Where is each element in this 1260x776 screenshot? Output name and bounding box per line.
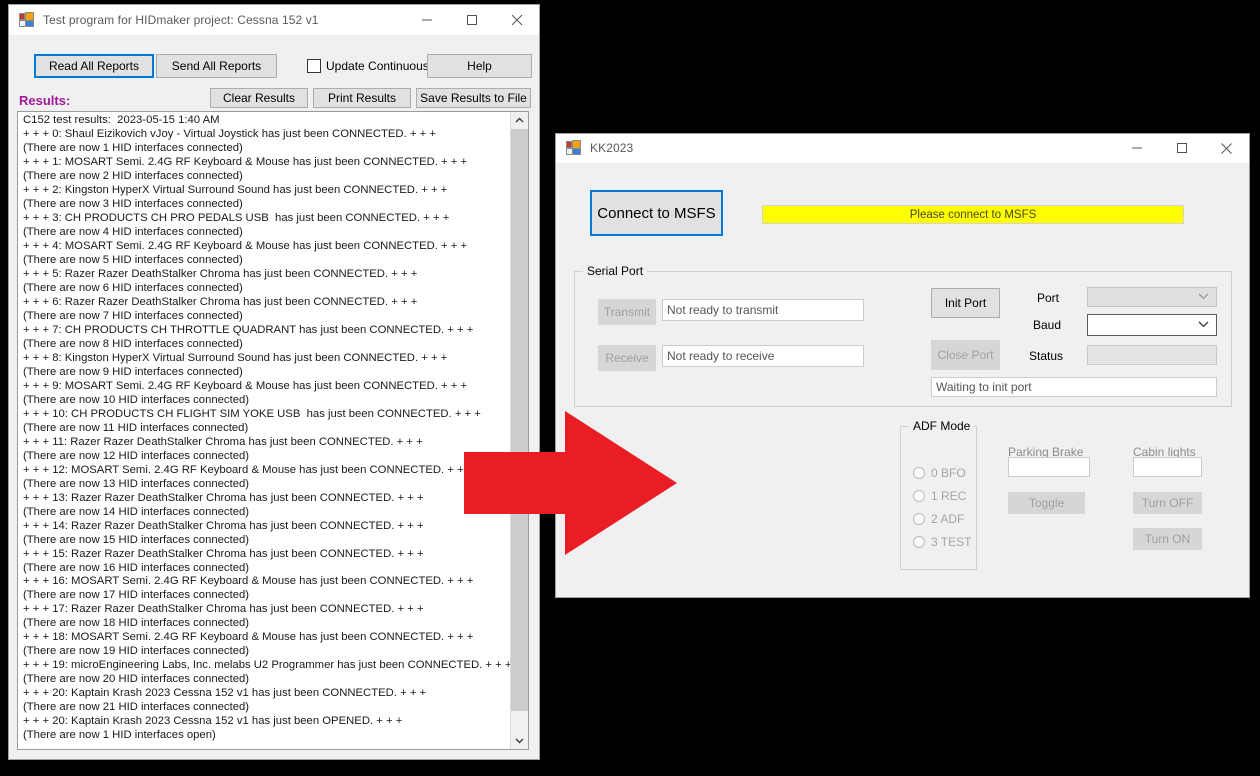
window-controls: [404, 5, 539, 35]
results-label: Results:: [19, 93, 71, 108]
receive-button[interactable]: Receive: [598, 345, 656, 371]
minimize-icon[interactable]: [404, 5, 449, 35]
connect-to-msfs-button[interactable]: Connect to MSFS: [590, 190, 723, 236]
print-results-button[interactable]: Print Results: [313, 88, 411, 108]
adf-option-3-test[interactable]: 3 TEST: [913, 535, 971, 549]
window-title: KK2023: [590, 141, 634, 155]
cabin-lights-turn-off-button[interactable]: Turn OFF: [1133, 492, 1202, 514]
app-icon: [566, 140, 582, 156]
serial-port-group: Serial Port Transmit Not ready to transm…: [574, 264, 1232, 407]
close-port-button[interactable]: Close Port: [931, 340, 1000, 370]
save-results-button[interactable]: Save Results to File: [416, 88, 531, 108]
maximize-icon[interactable]: [1159, 133, 1204, 163]
baud-label: Baud: [1033, 318, 1062, 332]
hidmaker-test-window: Test program for HIDmaker project: Cessn…: [8, 4, 540, 760]
serial-status-field: [1087, 345, 1217, 365]
chevron-down-icon: [1198, 320, 1209, 331]
hidmaker-title-bar[interactable]: Test program for HIDmaker project: Cessn…: [9, 5, 539, 35]
transmit-status-field: Not ready to transmit: [662, 299, 864, 321]
adf-option-0-bfo[interactable]: 0 BFO: [913, 466, 966, 480]
scroll-down-icon[interactable]: [511, 732, 528, 749]
app-icon: [19, 12, 35, 28]
adf-mode-group-title: ADF Mode: [909, 419, 975, 433]
radio-icon: [913, 467, 925, 479]
port-label: Port: [1037, 291, 1060, 305]
update-continuously-checkbox[interactable]: [307, 59, 321, 73]
clear-results-button[interactable]: Clear Results: [210, 88, 308, 108]
chevron-down-icon: [1198, 292, 1209, 303]
adf-option-2-adf[interactable]: 2 ADF: [913, 512, 964, 526]
port-dropdown[interactable]: [1087, 287, 1217, 307]
results-scrollbar[interactable]: [510, 112, 528, 749]
close-icon[interactable]: [1204, 133, 1249, 163]
adf-mode-group: ADF Mode 0 BFO 1 REC 2 ADF 3 TEST: [900, 419, 977, 570]
adf-option-label: 2 ADF: [931, 512, 965, 526]
radio-icon: [913, 536, 925, 548]
status-label: Status: [1029, 349, 1064, 363]
init-port-button[interactable]: Init Port: [931, 288, 1000, 318]
screen-root: Test program for HIDmaker project: Cessn…: [0, 0, 1260, 776]
adf-option-label: 3 TEST: [931, 535, 972, 549]
adf-option-label: 0 BFO: [931, 466, 966, 480]
scrollbar-thumb[interactable]: [511, 129, 528, 711]
update-continuously-label: Update Continuously: [326, 59, 438, 73]
help-button[interactable]: Help: [427, 54, 532, 78]
close-icon[interactable]: [494, 5, 539, 35]
port-state-field: Waiting to init port: [931, 377, 1217, 397]
results-textarea[interactable]: C152 test results: 2023-05-15 1:40 AM + …: [17, 111, 529, 750]
baud-dropdown[interactable]: [1087, 314, 1217, 336]
send-all-reports-button[interactable]: Send All Reports: [156, 54, 277, 78]
kk2023-window: KK2023 Connect to MSFS Please connect to…: [555, 133, 1250, 598]
cabin-lights-field: [1133, 457, 1202, 477]
window-title: Test program for HIDmaker project: Cessn…: [43, 13, 319, 27]
radio-icon: [913, 513, 925, 525]
maximize-icon[interactable]: [449, 5, 494, 35]
kk2023-title-bar[interactable]: KK2023: [556, 134, 1249, 163]
msfs-status-banner: Please connect to MSFS: [762, 205, 1184, 224]
transmit-button[interactable]: Transmit: [598, 299, 656, 325]
radio-icon: [913, 490, 925, 502]
read-all-reports-button[interactable]: Read All Reports: [34, 54, 154, 78]
cabin-lights-turn-on-button[interactable]: Turn ON: [1133, 528, 1202, 550]
parking-brake-toggle-button[interactable]: Toggle: [1008, 492, 1085, 514]
minimize-icon[interactable]: [1114, 133, 1159, 163]
scroll-up-icon[interactable]: [511, 112, 528, 129]
receive-status-field: Not ready to receive: [662, 345, 864, 367]
serial-port-group-title: Serial Port: [583, 264, 648, 278]
adf-option-label: 1 REC: [931, 489, 967, 503]
window-controls: [1114, 133, 1249, 163]
results-log-text: C152 test results: 2023-05-15 1:40 AM + …: [23, 114, 510, 742]
parking-brake-field: [1008, 457, 1090, 477]
adf-option-1-rec[interactable]: 1 REC: [913, 489, 966, 503]
